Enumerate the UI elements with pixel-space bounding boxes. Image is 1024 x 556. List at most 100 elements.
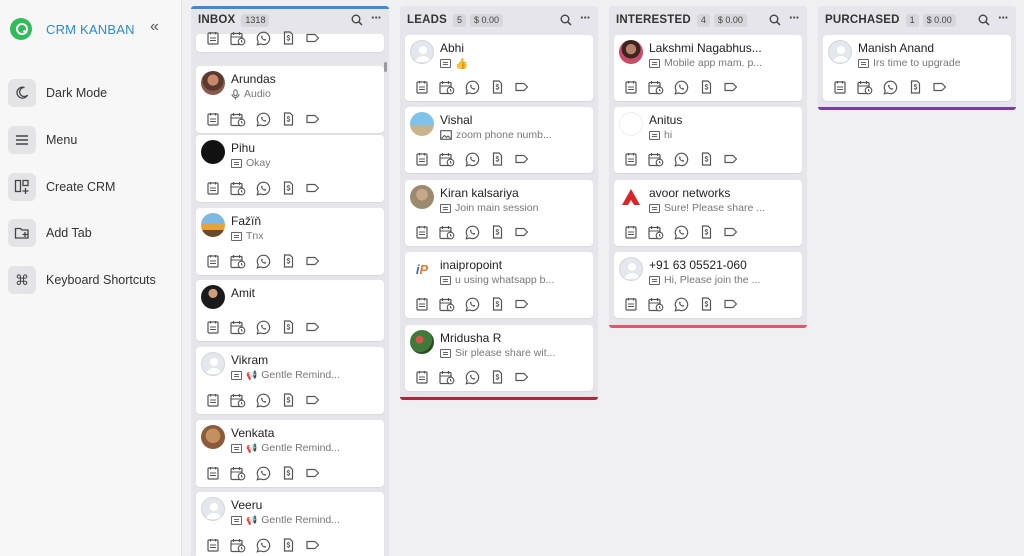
collapse-sidebar-icon[interactable]: « [150,19,159,35]
contact-card[interactable]: Lakshmi Nagabhus... Mobile app mam. p... [614,35,802,101]
invoice-icon[interactable] [279,180,297,196]
invoice-icon[interactable] [488,79,506,95]
contact-card[interactable]: i P inaipropoint u using whatsapp b... [405,252,593,318]
more-options-icon[interactable]: ··· [998,10,1009,25]
nav-create-crm[interactable]: Create CRM [8,172,176,202]
whatsapp-icon[interactable] [254,111,272,127]
notes-icon[interactable] [413,369,431,385]
search-icon[interactable] [560,13,572,31]
more-options-icon[interactable]: ··· [580,10,591,25]
invoice-icon[interactable] [697,151,715,167]
schedule-icon[interactable] [438,369,456,385]
search-icon[interactable] [351,13,363,31]
notes-icon[interactable] [204,392,222,408]
whatsapp-icon[interactable] [254,253,272,269]
notes-icon[interactable] [204,30,222,46]
schedule-icon[interactable] [856,79,874,95]
notes-icon[interactable] [622,151,640,167]
label-icon[interactable] [513,79,531,95]
invoice-icon[interactable] [488,296,506,312]
search-icon[interactable] [978,13,990,31]
notes-icon[interactable] [204,111,222,127]
whatsapp-icon[interactable] [254,465,272,481]
notes-icon[interactable] [204,319,222,335]
label-icon[interactable] [513,151,531,167]
notes-icon[interactable] [831,79,849,95]
invoice-icon[interactable] [697,79,715,95]
schedule-icon[interactable] [647,79,665,95]
schedule-icon[interactable] [438,151,456,167]
more-options-icon[interactable]: ··· [789,10,800,25]
label-icon[interactable] [931,79,949,95]
notes-icon[interactable] [204,465,222,481]
contact-card[interactable]: Vikram 📢 Gentle Remind... [196,347,384,414]
invoice-icon[interactable] [488,369,506,385]
whatsapp-icon[interactable] [463,296,481,312]
contact-card[interactable]: Abhi 👍 [405,35,593,101]
whatsapp-icon[interactable] [254,392,272,408]
whatsapp-icon[interactable] [463,79,481,95]
label-icon[interactable] [513,296,531,312]
label-icon[interactable] [304,465,322,481]
notes-icon[interactable] [204,537,222,553]
scrollbar-thumb[interactable] [384,62,387,72]
contact-card[interactable]: Vishal zoom phone numb... [405,107,593,173]
label-icon[interactable] [304,537,322,553]
label-icon[interactable] [722,296,740,312]
notes-icon[interactable] [413,151,431,167]
invoice-icon[interactable] [279,253,297,269]
contact-card[interactable]: Manish Anand Irs time to upgrade [823,35,1011,101]
notes-icon[interactable] [622,224,640,240]
contact-card[interactable]: Fažïň Tnx [196,208,384,275]
nav-keyboard-shortcuts[interactable]: ⌘ Keyboard Shortcuts [8,265,176,295]
nav-add-tab[interactable]: Add Tab [8,218,176,248]
notes-icon[interactable] [413,79,431,95]
notes-icon[interactable] [622,79,640,95]
schedule-icon[interactable] [229,392,247,408]
schedule-icon[interactable] [229,319,247,335]
label-icon[interactable] [722,79,740,95]
whatsapp-icon[interactable] [672,79,690,95]
schedule-icon[interactable] [647,151,665,167]
contact-card[interactable]: Pihu Okay [196,135,384,202]
invoice-icon[interactable] [906,79,924,95]
contact-card[interactable]: Amit [196,280,384,341]
label-icon[interactable] [513,224,531,240]
invoice-icon[interactable] [279,319,297,335]
contact-card[interactable]: Anitus hi [614,107,802,173]
whatsapp-icon[interactable] [672,151,690,167]
contact-card[interactable]: Arundas Audio [196,66,384,133]
schedule-icon[interactable] [229,111,247,127]
contact-card[interactable]: Veeru 📢 Gentle Remind... [196,492,384,556]
inbox-scrollbar[interactable] [383,28,388,556]
label-icon[interactable] [513,369,531,385]
whatsapp-icon[interactable] [463,369,481,385]
whatsapp-icon[interactable] [463,151,481,167]
schedule-icon[interactable] [229,30,247,46]
notes-icon[interactable] [413,296,431,312]
invoice-icon[interactable] [279,30,297,46]
invoice-icon[interactable] [279,465,297,481]
label-icon[interactable] [304,319,322,335]
label-icon[interactable] [304,253,322,269]
whatsapp-icon[interactable] [672,224,690,240]
schedule-icon[interactable] [438,79,456,95]
label-icon[interactable] [722,151,740,167]
schedule-icon[interactable] [229,253,247,269]
whatsapp-icon[interactable] [672,296,690,312]
invoice-icon[interactable] [488,224,506,240]
label-icon[interactable] [304,180,322,196]
schedule-icon[interactable] [229,180,247,196]
notes-icon[interactable] [413,224,431,240]
more-options-icon[interactable]: ··· [371,10,382,25]
invoice-icon[interactable] [697,224,715,240]
nav-menu[interactable]: Menu [8,125,176,155]
invoice-icon[interactable] [279,537,297,553]
schedule-icon[interactable] [229,537,247,553]
label-icon[interactable] [304,30,322,46]
whatsapp-icon[interactable] [254,180,272,196]
nav-dark-mode[interactable]: Dark Mode [8,78,176,108]
invoice-icon[interactable] [279,392,297,408]
whatsapp-icon[interactable] [463,224,481,240]
whatsapp-icon[interactable] [254,30,272,46]
